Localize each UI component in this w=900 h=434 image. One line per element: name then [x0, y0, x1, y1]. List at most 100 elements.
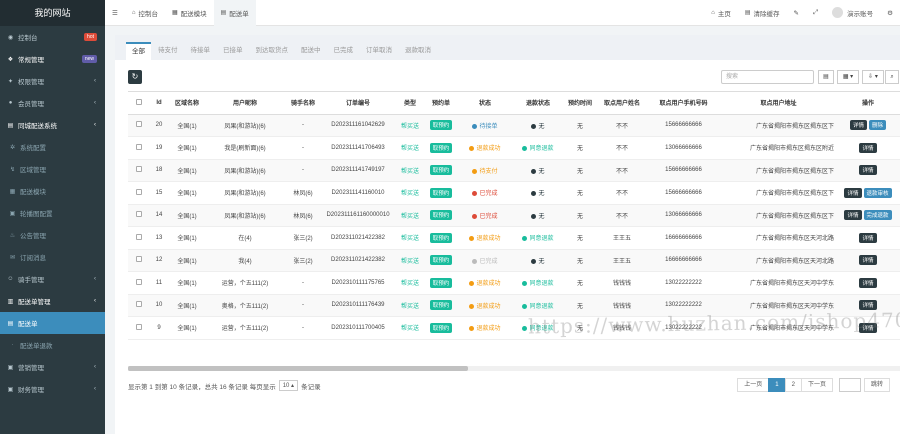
action-button[interactable]: 删除 [869, 120, 887, 131]
column-header[interactable]: 订单编号 [322, 91, 394, 115]
column-header[interactable]: 预约单 [426, 91, 456, 115]
page-button[interactable]: 1 [768, 378, 786, 392]
cell-order_no: D202311141749197 [322, 159, 394, 182]
reserve-tag: 取预约 [429, 142, 453, 153]
column-header[interactable]: 取点用户手机号码 [646, 91, 721, 115]
column-header[interactable]: 区域名称 [168, 91, 206, 115]
sidebar-item-module[interactable]: ▦ 配送模块 [0, 180, 105, 202]
export-icon[interactable]: ⇩ ▾ [862, 70, 884, 84]
next-page-button[interactable]: 下一页 [800, 378, 833, 392]
search-icon[interactable]: ⌕ [885, 70, 899, 84]
action-button[interactable]: 详情 [859, 277, 877, 288]
action-button[interactable]: 详情 [844, 187, 862, 198]
sidebar-item-location[interactable]: ↯ 区域管理 [0, 158, 105, 180]
columns-icon[interactable]: ▦ ▾ [837, 70, 859, 84]
settings-icon[interactable]: ⚙ [880, 0, 900, 26]
horizontal-scrollbar[interactable] [128, 366, 900, 371]
page-button[interactable]: 2 [784, 378, 802, 392]
column-header[interactable]: 预约时间 [562, 91, 598, 115]
cell-status: 退款成功 [456, 136, 514, 160]
orders-table: Id 区域名称 用户昵称 骑手名称 订单编号 类型 预约单 状态 退款状态 预约时间 取点用户姓名取… [128, 91, 900, 340]
menu-toggle-icon[interactable]: ☰ [105, 0, 125, 26]
search-input[interactable] [721, 70, 814, 84]
user-menu[interactable]: 演示账号 [825, 0, 880, 26]
sidebar-item-gear[interactable]: ✲ 系统配置 [0, 136, 105, 158]
fullscreen-icon[interactable]: ⤢ [806, 0, 825, 26]
select-all-checkbox[interactable] [136, 98, 142, 105]
status-label: 已完成 [479, 191, 498, 198]
column-header[interactable]: 退款状态 [514, 91, 562, 115]
prev-page-button[interactable]: 上一页 [737, 378, 770, 392]
status-tab[interactable]: 订单取消 [360, 42, 398, 60]
row-checkbox-cell [128, 271, 150, 295]
action-button[interactable]: 详情 [844, 210, 862, 221]
action-button[interactable]: 详情 [849, 120, 867, 131]
column-header[interactable]: 取点用户姓名 [598, 91, 646, 115]
action-button[interactable]: 详情 [859, 255, 877, 266]
row-checkbox[interactable] [136, 166, 142, 173]
reserve-tag: 取预约 [429, 300, 453, 311]
column-header[interactable]: 骑手名称 [284, 91, 322, 115]
row-checkbox[interactable] [136, 323, 142, 330]
status-tab[interactable]: 退款取消 [399, 42, 437, 60]
row-checkbox[interactable] [136, 211, 142, 218]
sidebar-item-image[interactable]: ▣ 轮播图配置 [0, 202, 105, 224]
sidebar-item-message[interactable]: ✉ 订阅消息 [0, 246, 105, 268]
column-header[interactable]: Id [150, 91, 168, 115]
sidebar-item-bell[interactable]: ♨ 公告管理 [0, 224, 105, 246]
sidebar-item-finance[interactable]: ▣ 财务管理 ‹ [0, 378, 105, 400]
row-checkbox[interactable] [136, 121, 142, 128]
sidebar-item-order-list[interactable]: ▤ 配送单 [0, 312, 105, 334]
toggle-view-icon[interactable]: ▤ [818, 70, 834, 84]
sidebar-item-cogs[interactable]: ❖ 常规管理 new [0, 48, 105, 70]
column-header[interactable]: 取点用户地址 [721, 91, 836, 115]
action-button[interactable]: 详情 [859, 232, 877, 243]
status-tab[interactable]: 待支付 [152, 42, 184, 60]
action-button[interactable]: 详情 [859, 165, 877, 176]
column-header[interactable]: 操作 [836, 91, 900, 115]
status-tab[interactable]: 已接单 [217, 42, 249, 60]
topbar-tab[interactable]: ⌂ 控制台 [125, 0, 165, 26]
sidebar-item-rider[interactable]: ☺ 骑手管理 ‹ [0, 268, 105, 290]
sidebar-item-order[interactable]: ▥ 配送单管理 ‹ [0, 290, 105, 312]
cell-rider: 张三(2) [284, 226, 322, 250]
row-checkbox[interactable] [136, 143, 142, 150]
marketing-icon: ▣ [7, 364, 14, 371]
pagination: 上一页 1 2 下一页 跳转 [737, 378, 890, 392]
status-tab[interactable]: 配送中 [295, 42, 327, 60]
sidebar-item-user[interactable]: ● 会员管理 ‹ [0, 92, 105, 114]
column-header[interactable]: 状态 [456, 91, 514, 115]
page-size-select[interactable]: 10 ▴ [278, 380, 299, 391]
action-button[interactable]: 详情 [859, 142, 877, 153]
site-logo[interactable]: 我的网站 [0, 0, 105, 26]
status-tab[interactable]: 已完成 [328, 42, 360, 60]
sidebar-item-list[interactable]: ▤ 同城配送系统 ‹ [0, 114, 105, 136]
clear-cache-button[interactable]: ▤ 清除缓存 [738, 0, 787, 26]
sidebar-item-refund[interactable]: · 配送单退款 [0, 334, 105, 356]
scroll-thumb[interactable] [128, 366, 468, 371]
status-label: 待接单 [479, 123, 498, 130]
refund-dot [531, 258, 537, 264]
status-tab[interactable]: 全部 [126, 42, 151, 60]
row-checkbox[interactable] [136, 256, 142, 263]
topbar-tab[interactable]: ▦ 配送模块 [165, 0, 214, 26]
status-tab[interactable]: 到达取货点 [250, 42, 295, 60]
row-checkbox[interactable] [136, 278, 142, 285]
column-header[interactable]: 用户昵称 [206, 91, 284, 115]
sidebar-item-dashboard[interactable]: ◉ 控制台 hot [0, 26, 105, 48]
home-link[interactable]: ⌂ 主页 [704, 0, 738, 26]
row-checkbox[interactable] [136, 188, 142, 195]
row-checkbox[interactable] [136, 301, 142, 308]
action-button[interactable]: 完成退款 [863, 210, 892, 221]
row-checkbox[interactable] [136, 233, 142, 240]
jump-button[interactable]: 跳转 [863, 378, 890, 392]
language-icon[interactable]: ✎ [787, 0, 806, 26]
topbar-tab[interactable]: ▤ 配送单 [213, 0, 256, 26]
sidebar-item-group[interactable]: ✦ 权限管理 ‹ [0, 70, 105, 92]
action-button[interactable]: 退款审核 [863, 187, 892, 198]
column-header[interactable]: 类型 [394, 91, 426, 115]
jump-page-input[interactable] [838, 378, 861, 392]
status-tab[interactable]: 待接单 [185, 42, 217, 60]
sidebar-item-marketing[interactable]: ▣ 营销管理 ‹ [0, 356, 105, 378]
refresh-icon[interactable]: ↻ [128, 70, 142, 84]
